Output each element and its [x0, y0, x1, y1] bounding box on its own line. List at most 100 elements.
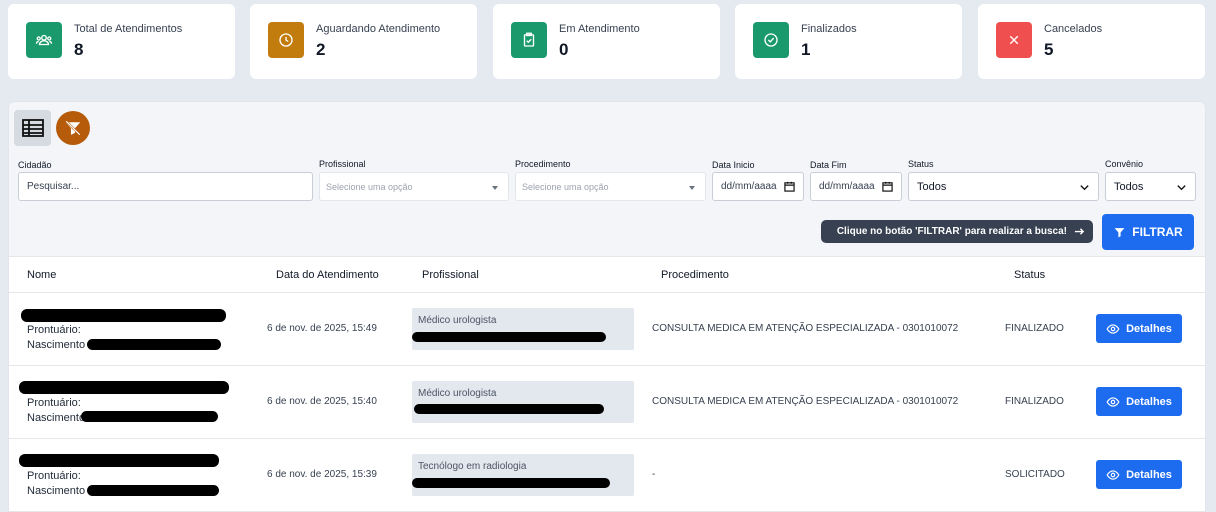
table-header: Nome Data do Atendimento Profissional Pr… — [9, 256, 1205, 293]
atendimentos-panel: Cidadão Profissional Procedimento Data I… — [8, 101, 1206, 512]
table-view-button[interactable] — [14, 110, 51, 146]
data-inicio-label: Data Inicio — [712, 160, 755, 170]
procedimento-cell: CONSULTA MEDICA EM ATENÇÃO ESPECIALIZADA… — [652, 323, 959, 334]
check-circle-icon — [753, 22, 789, 58]
nascimento-label: Nascimento — [27, 339, 86, 351]
table-row: Prontuário: Nascimento 6 de nov. de 2025… — [9, 366, 1205, 439]
prontuario-label: Prontuário: — [27, 470, 81, 482]
filtrar-button[interactable]: FILTRAR — [1102, 214, 1194, 250]
status-cell: SOLICITADO — [1005, 469, 1065, 480]
profissional-cell: Médico urologista — [412, 381, 634, 423]
stat-card-finalizados: Finalizados 1 — [735, 4, 962, 79]
clipboard-icon — [511, 22, 547, 58]
profissional-cell: Médico urologista — [412, 308, 634, 350]
detalhes-label: Detalhes — [1126, 468, 1172, 481]
cidadao-search-input[interactable]: Pesquisar... — [18, 172, 313, 201]
redacted-name — [19, 454, 219, 467]
stat-label: Cancelados — [1044, 23, 1103, 35]
status-cell: FINALIZADO — [1005, 323, 1064, 334]
filter-hint-text: Clique no botão 'FILTRAR' para realizar … — [836, 226, 1067, 237]
redacted-birth — [81, 411, 218, 422]
profissional-label: Profissional — [319, 159, 366, 169]
eye-icon — [1106, 396, 1120, 407]
header-profissional[interactable]: Profissional — [422, 269, 479, 281]
data-fim-label: Data Fim — [810, 160, 847, 170]
chevron-down-icon — [1177, 185, 1186, 191]
status-select[interactable]: Todos — [908, 172, 1099, 201]
stat-label: Em Atendimento — [559, 23, 640, 35]
profissional-select-value: Selecione uma opção — [326, 181, 413, 192]
nascimento-label: Nascimento — [27, 412, 86, 424]
table-row: Prontuário: Nascimento 6 de nov. de 2025… — [9, 293, 1205, 366]
caret-down-icon — [689, 186, 695, 190]
chevron-down-icon — [1080, 185, 1089, 191]
header-procedimento[interactable]: Procedimento — [661, 269, 729, 281]
arrow-right-icon — [1074, 228, 1085, 235]
cidadao-label: Cidadão — [18, 160, 52, 170]
data-inicio-input[interactable]: dd/mm/aaaa — [712, 172, 804, 201]
redacted-profissional — [412, 478, 610, 488]
stat-value: 8 — [74, 40, 84, 59]
stats-bar: Total de Atendimentos 8 Aguardando Atend… — [8, 4, 1206, 79]
nascimento-label: Nascimento — [27, 485, 86, 497]
calendar-icon — [882, 181, 893, 192]
stat-value: 2 — [316, 40, 326, 59]
stat-card-aguardando: Aguardando Atendimento 2 — [250, 4, 477, 79]
clock-icon — [268, 22, 304, 58]
profissional-select[interactable]: Selecione uma opção — [319, 172, 509, 201]
data-fim-value: dd/mm/aaaa — [819, 181, 875, 192]
data-fim-input[interactable]: dd/mm/aaaa — [810, 172, 902, 201]
detalhes-label: Detalhes — [1126, 322, 1172, 335]
profissional-cell: Tecnólogo em radiologia — [412, 454, 634, 496]
filter-icon — [1114, 227, 1125, 237]
convenio-select-value: Todos — [1114, 180, 1144, 193]
stat-value: 0 — [559, 40, 569, 59]
detalhes-label: Detalhes — [1126, 395, 1172, 408]
filter-off-icon — [65, 120, 81, 136]
prontuario-label: Prontuário: — [27, 397, 81, 409]
redacted-name — [21, 309, 226, 322]
redacted-profissional — [412, 332, 606, 342]
procedimento-cell: CONSULTA MEDICA EM ATENÇÃO ESPECIALIZADA… — [652, 396, 959, 407]
atendimento-date: 6 de nov. de 2025, 15:39 — [267, 469, 377, 480]
profissional-role: Médico urologista — [418, 315, 497, 326]
eye-icon — [1106, 469, 1120, 480]
status-cell: FINALIZADO — [1005, 396, 1064, 407]
redacted-birth — [87, 485, 219, 496]
table-row: Prontuário: Nascimento 6 de nov. de 2025… — [9, 439, 1205, 512]
clear-filter-button[interactable] — [56, 111, 90, 145]
close-icon — [996, 22, 1032, 58]
cidadao-placeholder: Pesquisar... — [27, 181, 80, 192]
filtrar-label: FILTRAR — [1132, 225, 1183, 239]
status-label: Status — [908, 159, 934, 169]
procedimento-cell: - — [652, 469, 656, 480]
convenio-label: Convênio — [1105, 159, 1144, 169]
stat-card-cancelados: Cancelados 5 — [978, 4, 1205, 79]
stat-value: 5 — [1044, 40, 1054, 59]
stat-card-total: Total de Atendimentos 8 — [8, 4, 235, 79]
atendimento-date: 6 de nov. de 2025, 15:49 — [267, 323, 377, 334]
header-status[interactable]: Status — [1014, 269, 1045, 281]
detalhes-button[interactable]: Detalhes — [1096, 460, 1182, 489]
header-nome[interactable]: Nome — [27, 269, 56, 281]
calendar-icon — [784, 181, 795, 192]
stat-label: Aguardando Atendimento — [316, 23, 441, 35]
data-inicio-value: dd/mm/aaaa — [721, 181, 777, 192]
procedimento-select-value: Selecione uma opção — [522, 181, 609, 192]
header-data[interactable]: Data do Atendimento — [276, 269, 379, 281]
detalhes-button[interactable]: Detalhes — [1096, 314, 1182, 343]
stat-card-em-atendimento: Em Atendimento 0 — [493, 4, 720, 79]
convenio-select[interactable]: Todos — [1105, 172, 1196, 201]
prontuario-label: Prontuário: — [27, 324, 81, 336]
users-icon — [26, 22, 62, 58]
detalhes-button[interactable]: Detalhes — [1096, 387, 1182, 416]
filter-hint: Clique no botão 'FILTRAR' para realizar … — [821, 220, 1093, 243]
procedimento-select[interactable]: Selecione uma opção — [515, 172, 706, 201]
status-select-value: Todos — [917, 180, 947, 193]
stat-label: Finalizados — [801, 23, 857, 35]
stat-value: 1 — [801, 40, 811, 59]
redacted-birth — [87, 339, 221, 350]
table-icon — [21, 119, 44, 137]
profissional-role: Tecnólogo em radiologia — [418, 461, 527, 472]
stat-label: Total de Atendimentos — [74, 23, 183, 35]
